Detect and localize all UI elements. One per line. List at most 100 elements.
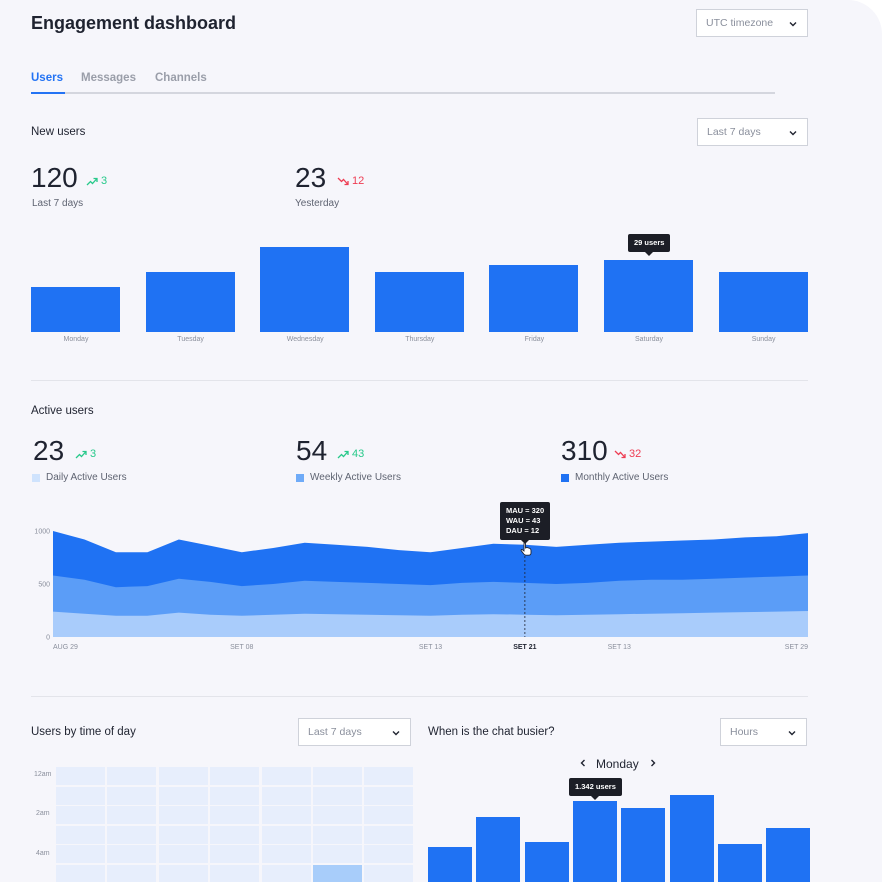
new-users-bar-sunday[interactable]: [718, 272, 808, 332]
heatmap-row-label: 12am: [34, 771, 52, 778]
hand-cursor-icon: [520, 542, 532, 556]
heatmap-cell[interactable]: [107, 865, 157, 882]
chevron-down-icon: [789, 22, 797, 27]
new-users-week-delta: 3: [86, 175, 107, 187]
active-users-area-chart: 0 500 1000 AUG 29 SET 08 SET 13 SET 21 SET 13 SE…: [34, 529, 808, 652]
timezone-select[interactable]: UTC timezone: [696, 9, 808, 37]
area-x-tick: SET 08: [230, 644, 253, 651]
tooltip-wau: WAU = 43: [506, 516, 541, 526]
area-x-tick: SET 29: [785, 644, 808, 651]
new-users-bar-monday[interactable]: [31, 287, 120, 332]
chat-busier-title: When is the chat busier?: [428, 726, 555, 738]
chevron-left-icon[interactable]: [578, 758, 588, 768]
heatmap-cell[interactable]: [313, 767, 362, 785]
new-users-yesterday-delta: 12: [337, 175, 364, 187]
heatmap-cell[interactable]: [210, 825, 260, 844]
heatmap-cell[interactable]: [313, 806, 362, 825]
chat-busier-bar[interactable]: [524, 842, 569, 882]
heatmap-cell[interactable]: [364, 786, 414, 805]
trend-up-icon: [75, 450, 87, 458]
heatmap-cell[interactable]: [158, 786, 208, 805]
dau-caption: Daily Active Users: [46, 472, 127, 483]
heatmap-cell[interactable]: [107, 845, 157, 864]
area-y-tick: 0: [46, 635, 50, 642]
new-users-range-value: Last 7 days: [707, 126, 761, 138]
heatmap-cell[interactable]: [364, 825, 414, 844]
dau-delta: 3: [75, 448, 96, 460]
heatmap-cell[interactable]: [210, 786, 260, 805]
heatmap-cell[interactable]: [56, 806, 105, 825]
heatmap-cell[interactable]: [56, 767, 105, 785]
new-users-range-select[interactable]: Last 7 days: [697, 118, 808, 146]
heatmap-cell[interactable]: [210, 845, 260, 864]
heatmap-cell[interactable]: [261, 767, 311, 785]
heatmap-cell[interactable]: [210, 767, 260, 785]
chat-busier-bar[interactable]: [428, 847, 472, 882]
chat-busier-bar[interactable]: [572, 800, 617, 882]
heatmap-cell[interactable]: [261, 825, 311, 844]
chevron-right-icon[interactable]: [648, 758, 658, 768]
new-users-bar-saturday[interactable]: [604, 259, 693, 332]
tab-users[interactable]: Users: [31, 72, 63, 84]
new-users-bar-wednesday[interactable]: [260, 247, 350, 332]
heatmap-cell[interactable]: [364, 806, 414, 825]
heatmap-cell[interactable]: [313, 825, 362, 844]
new-users-bar-friday[interactable]: [489, 264, 579, 332]
heatmap-cell[interactable]: [364, 767, 414, 785]
chat-busier-bar[interactable]: [717, 844, 762, 882]
chat-busier-bar[interactable]: [476, 816, 521, 882]
tab-channels[interactable]: Channels: [155, 72, 207, 84]
page-title: Engagement dashboard: [31, 13, 237, 33]
new-users-bar-label: Monday: [63, 336, 89, 343]
heatmap-row-label: 4am: [36, 850, 50, 857]
chat-busier-bar[interactable]: [669, 795, 714, 882]
heatmap-cell[interactable]: [313, 845, 362, 864]
chat-busier-unit-select[interactable]: Hours: [720, 718, 807, 746]
heatmap-cell[interactable]: [56, 845, 105, 864]
heatmap-cell[interactable]: [158, 767, 208, 785]
new-users-week-caption: Last 7 days: [32, 198, 84, 209]
heatmap-cell[interactable]: [313, 865, 362, 882]
heatmap-cell[interactable]: [107, 767, 157, 785]
new-users-bar-thursday[interactable]: [374, 272, 464, 332]
heatmap-cell[interactable]: [56, 825, 105, 844]
chat-busier-bar[interactable]: [766, 827, 811, 882]
time-of-day-range-select[interactable]: Last 7 days: [298, 718, 411, 746]
heatmap-cell[interactable]: [56, 865, 105, 882]
heatmap-cell[interactable]: [107, 786, 157, 805]
heatmap-cell[interactable]: [364, 845, 414, 864]
new-users-week-value: 120: [31, 162, 78, 193]
wau-caption: Weekly Active Users: [310, 472, 401, 483]
trend-up-icon: [86, 177, 98, 185]
area-x-tick: SET 13: [419, 644, 442, 651]
heatmap-cell[interactable]: [261, 786, 311, 805]
dau-legend: Daily Active Users: [32, 472, 127, 483]
chat-busier-bar[interactable]: [621, 807, 666, 882]
heatmap-cell[interactable]: [261, 845, 311, 864]
wau-value: 54: [296, 435, 328, 466]
new-users-tooltip: 29 users: [628, 234, 671, 257]
heatmap-cell[interactable]: [158, 825, 208, 844]
heatmap-cell[interactable]: [261, 865, 311, 882]
tooltip-mau: MAU = 320: [506, 506, 545, 515]
new-users-yesterday-value: 23: [295, 162, 327, 193]
section-divider: [31, 380, 808, 381]
timezone-select-value: UTC timezone: [706, 17, 774, 29]
heatmap-cell[interactable]: [107, 825, 157, 844]
heatmap-cell[interactable]: [210, 806, 260, 825]
heatmap-cell[interactable]: [158, 806, 208, 825]
section-divider: [31, 696, 808, 697]
heatmap-cell[interactable]: [56, 786, 105, 805]
heatmap-cell[interactable]: [158, 845, 208, 864]
heatmap-cell[interactable]: [107, 806, 157, 825]
heatmap-cell[interactable]: [261, 806, 311, 825]
heatmap-cell[interactable]: [210, 865, 260, 882]
trend-down-icon: [337, 177, 349, 185]
tab-messages[interactable]: Messages: [81, 72, 136, 84]
new-users-bar-tuesday[interactable]: [145, 272, 235, 332]
heatmap-cell[interactable]: [158, 865, 208, 882]
area-y-tick: 1000: [34, 529, 50, 536]
heatmap-cell[interactable]: [313, 786, 362, 805]
mau-delta-value: 32: [629, 448, 642, 460]
heatmap-cell[interactable]: [364, 865, 414, 882]
